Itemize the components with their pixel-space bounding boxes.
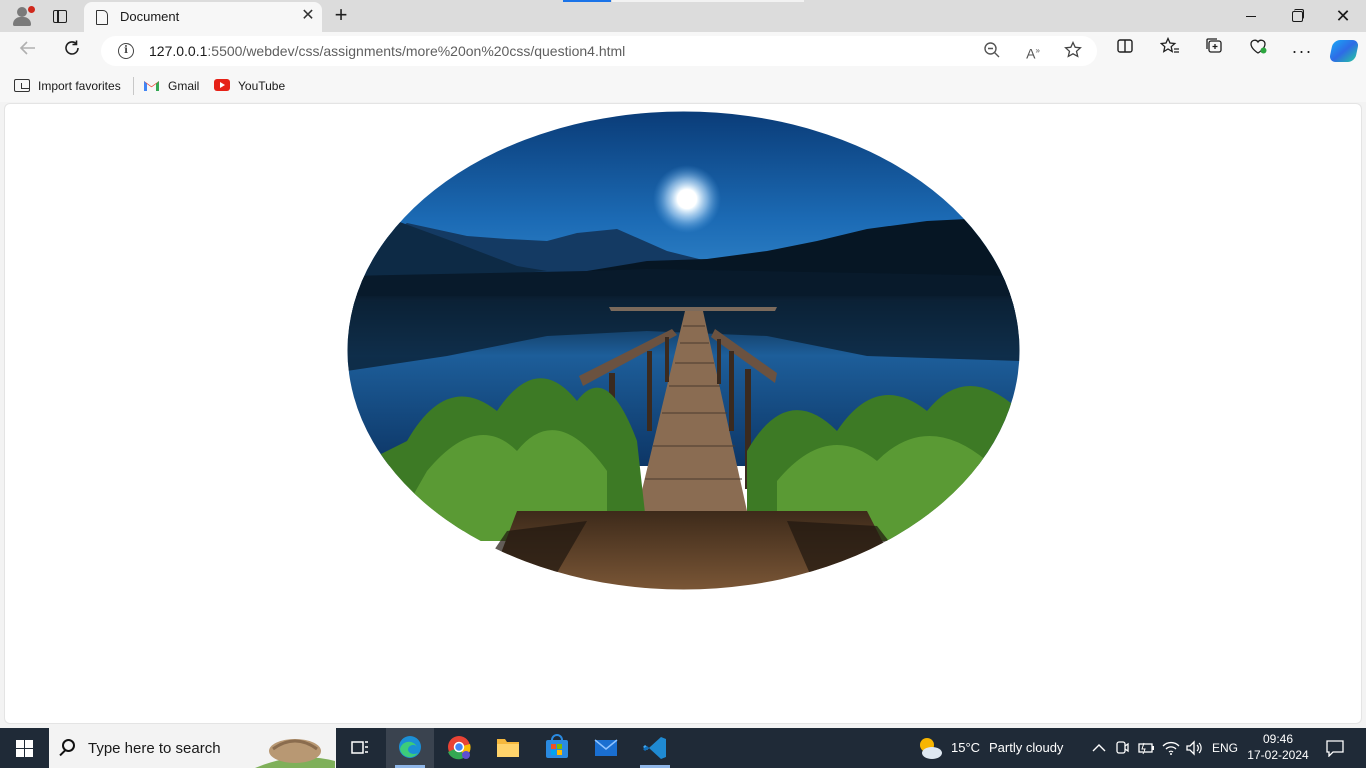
refresh-icon: [65, 40, 79, 55]
vscode-taskbar-button[interactable]: [631, 728, 679, 768]
store-icon: [546, 734, 568, 758]
weather-widget[interactable]: 15°C Partly cloudy: [916, 728, 1076, 768]
page-load-indicator: [563, 0, 611, 2]
folder-icon: [497, 739, 519, 757]
wifi-icon[interactable]: [1162, 728, 1180, 768]
new-tab-button[interactable]: +: [328, 3, 354, 29]
lake-pier-ellipse-image: [347, 111, 1020, 590]
file-explorer-taskbar-button[interactable]: [484, 728, 532, 768]
weather-condition: Partly cloudy: [989, 740, 1064, 755]
tab-title: Document: [120, 9, 180, 24]
task-view-button[interactable]: [336, 728, 384, 768]
mail-taskbar-button[interactable]: [582, 728, 630, 768]
back-button[interactable]: [13, 37, 43, 65]
volume-icon[interactable]: [1185, 728, 1205, 768]
tab-strip-highlight: [612, 0, 804, 2]
store-taskbar-button[interactable]: [533, 728, 581, 768]
read-aloud-icon[interactable]: A»: [1022, 41, 1044, 62]
search-icon: [62, 739, 75, 752]
refresh-button[interactable]: [57, 37, 87, 65]
search-highlight-illustration: [255, 739, 335, 768]
system-clock[interactable]: 09:46 17-02-2024: [1246, 731, 1310, 763]
battery-icon[interactable]: [1138, 728, 1156, 768]
split-screen-icon[interactable]: [1110, 37, 1140, 65]
favorites-icon[interactable]: [1155, 36, 1185, 65]
page-viewport: [4, 103, 1362, 724]
clock-date: 17-02-2024: [1247, 748, 1309, 762]
favorites-divider: [133, 77, 134, 95]
taskbar: Type here to search 15°C Partly cloudy E…: [0, 728, 1366, 768]
more-options-icon[interactable]: ···: [1287, 37, 1317, 65]
back-arrow-icon: [19, 41, 35, 55]
notification-icon: [1326, 740, 1344, 757]
search-placeholder: Type here to search: [88, 740, 221, 757]
favorites-bar: Import favorites Gmail YouTube: [0, 70, 1366, 102]
zoom-out-icon[interactable]: [981, 41, 1003, 61]
tab-document[interactable]: Document ✕: [84, 2, 322, 32]
import-icon: [14, 79, 30, 92]
site-info-icon[interactable]: i: [118, 43, 134, 59]
task-view-icon: [351, 741, 368, 754]
close-window-button[interactable]: ✕: [1320, 0, 1366, 32]
profile-avatar-icon[interactable]: [10, 4, 36, 28]
vscode-icon: [643, 737, 666, 759]
tab-close-button[interactable]: ✕: [298, 6, 318, 26]
youtube-link[interactable]: YouTube: [214, 78, 290, 94]
clock-time: 09:46: [1262, 732, 1294, 746]
browser-essentials-icon[interactable]: [1243, 37, 1273, 65]
collections-icon[interactable]: [1199, 37, 1229, 65]
navigation-bar: i 127.0.0.1:5500/webdev/css/assignments/…: [0, 32, 1366, 70]
youtube-label: YouTube: [238, 79, 286, 93]
gmail-label: Gmail: [168, 79, 200, 93]
show-hidden-icons-chevron-icon[interactable]: [1090, 728, 1108, 768]
taskbar-search-box[interactable]: Type here to search: [49, 728, 336, 768]
edge-icon: [399, 736, 421, 758]
weather-temp: 15°C: [951, 740, 981, 755]
notifications-button[interactable]: [1318, 728, 1352, 768]
import-favorites-label: Import favorites: [38, 79, 121, 93]
address-bar[interactable]: i 127.0.0.1:5500/webdev/css/assignments/…: [101, 36, 1097, 66]
partly-cloudy-icon: [920, 738, 942, 759]
mail-icon: [594, 739, 618, 756]
url-host: 127.0.0.1: [149, 43, 208, 59]
url-text[interactable]: 127.0.0.1:5500/webdev/css/assignments/mo…: [149, 43, 625, 59]
youtube-icon: [214, 79, 230, 91]
document-icon: [96, 10, 108, 25]
minimize-button[interactable]: [1228, 0, 1274, 32]
chrome-taskbar-button[interactable]: [435, 728, 483, 768]
meet-now-icon[interactable]: [1114, 728, 1132, 768]
favorite-star-icon[interactable]: [1062, 40, 1084, 61]
restore-button[interactable]: [1274, 0, 1320, 32]
gmail-icon: [144, 81, 159, 91]
edge-taskbar-button[interactable]: [386, 728, 434, 768]
tab-actions-menu-icon[interactable]: [48, 5, 72, 27]
language-indicator[interactable]: ENG: [1212, 728, 1242, 768]
start-button[interactable]: [0, 728, 48, 768]
title-bar: Document ✕ + ✕: [0, 0, 1366, 32]
url-path: :5500/webdev/css/assignments/more%20on%2…: [207, 43, 626, 59]
import-favorites-link[interactable]: Import favorites: [14, 78, 126, 94]
gmail-link[interactable]: Gmail: [144, 78, 204, 94]
chrome-icon: [448, 736, 471, 760]
